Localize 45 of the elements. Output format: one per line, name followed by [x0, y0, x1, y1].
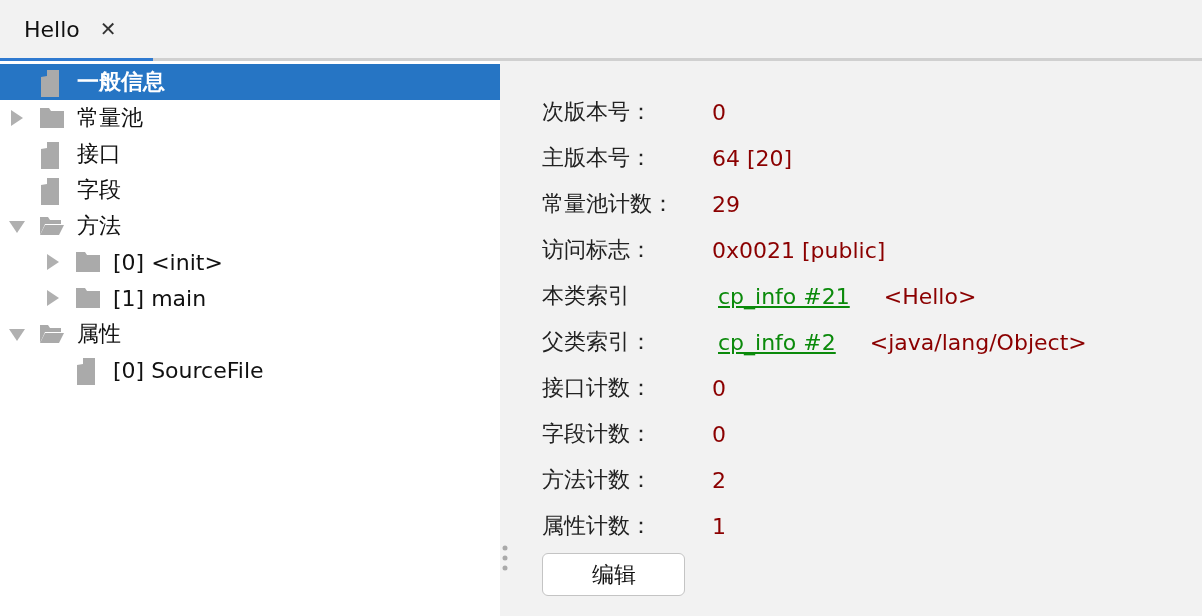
tree-item[interactable]: [1] main	[0, 280, 500, 316]
folder-icon	[75, 250, 101, 274]
tree-item[interactable]: 字段	[0, 172, 500, 208]
collapsed-arrow-icon[interactable]	[9, 110, 25, 126]
open-folder-icon	[39, 214, 65, 238]
constant-pool-link[interactable]: cp_info #21	[718, 283, 850, 309]
folder-icon	[75, 286, 101, 310]
field-label: 字段计数：	[542, 420, 653, 448]
field-value: 29	[712, 191, 740, 217]
field-label: 次版本号：	[542, 98, 653, 126]
field-label: 属性计数：	[542, 512, 653, 540]
field-value: 0	[712, 375, 726, 401]
field-value: 0x0021 [public]	[712, 237, 886, 263]
tree-item[interactable]: 接口	[0, 136, 500, 172]
splitter-handle-icon[interactable]	[502, 544, 508, 572]
field-value: 1	[712, 513, 726, 539]
open-folder-icon	[39, 322, 65, 346]
collapsed-arrow-icon[interactable]	[45, 254, 61, 270]
field-label: 本类索引	[542, 282, 631, 310]
tree-item[interactable]: [0] SourceFile	[0, 352, 500, 388]
collapsed-arrow-icon[interactable]	[45, 290, 61, 306]
field-value: 2	[712, 467, 726, 493]
field-label: 主版本号：	[542, 144, 653, 172]
close-button[interactable]: ✕	[99, 17, 117, 41]
folder-icon	[39, 106, 65, 130]
field-value: 0	[712, 421, 726, 447]
field-value: <Hello>	[883, 283, 977, 309]
tree-item[interactable]: 常量池	[0, 100, 500, 136]
constant-pool-link[interactable]: cp_info #2	[718, 329, 836, 355]
tree-item[interactable]: 属性	[0, 316, 500, 352]
field-label: 访问标志：	[542, 236, 653, 264]
expanded-arrow-icon[interactable]	[9, 218, 25, 234]
tab-label: Hello	[24, 16, 80, 42]
tree-item[interactable]: 一般信息	[0, 64, 500, 100]
field-value: 64 [20]	[712, 145, 793, 171]
tree-item[interactable]: [0] <init>	[0, 244, 500, 280]
field-value: <java/lang/Object>	[869, 329, 1087, 355]
field-label: 接口计数：	[542, 374, 653, 402]
field-value: 0	[712, 99, 726, 125]
expanded-arrow-icon[interactable]	[9, 326, 25, 342]
edit-button[interactable]: 编辑	[542, 553, 685, 596]
field-label: 常量池计数：	[542, 190, 675, 218]
field-label: 方法计数：	[542, 466, 653, 494]
field-label: 父类索引：	[542, 328, 653, 356]
tree-item[interactable]: 方法	[0, 208, 500, 244]
